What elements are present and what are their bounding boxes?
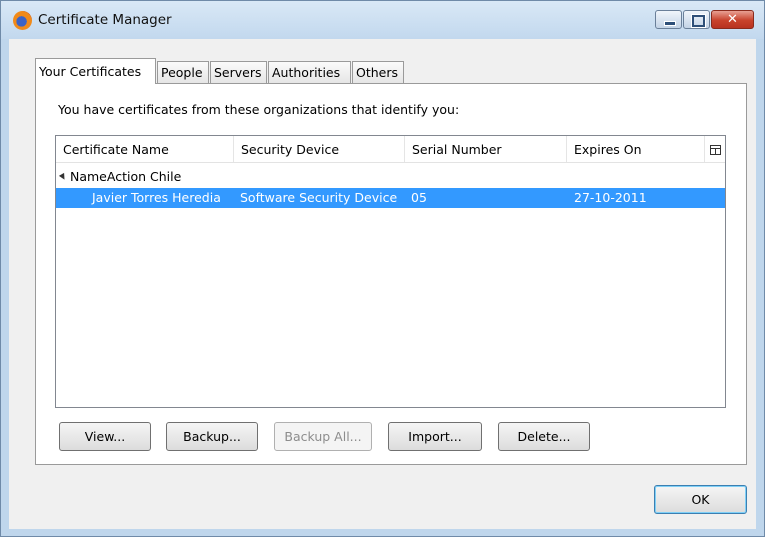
ok-button[interactable]: OK [654,485,747,514]
tab-authorities[interactable]: Authorities [268,61,351,83]
title-bar[interactable]: Certificate Manager ✕ [1,1,764,39]
column-expires-on[interactable]: Expires On [567,136,705,162]
tab-your-certificates[interactable]: Your Certificates [35,58,156,84]
column-certificate-name[interactable]: Certificate Name [56,136,234,162]
certificate-tree[interactable]: Certificate Name Security Device Serial … [55,135,726,408]
import-button[interactable]: Import... [388,422,482,451]
table-row[interactable]: Javier Torres Heredia Software Security … [56,188,725,208]
cell-certificate-name: Javier Torres Heredia [92,190,221,205]
tab-others[interactable]: Others [352,61,404,83]
tab-people[interactable]: People [157,61,209,83]
column-security-device[interactable]: Security Device [234,136,405,162]
minimize-button[interactable] [655,10,682,29]
expand-triangle-icon[interactable] [58,172,68,182]
view-button[interactable]: View... [59,422,151,451]
close-button[interactable]: ✕ [711,10,754,29]
tab-servers[interactable]: Servers [210,61,267,83]
column-serial-number[interactable]: Serial Number [405,136,567,162]
column-picker-button[interactable] [705,136,725,162]
close-icon: ✕ [727,12,738,27]
intro-text: You have certificates from these organiz… [58,102,460,117]
backup-all-button[interactable]: Backup All... [274,422,372,451]
cell-expires-on: 27-10-2011 [574,190,647,205]
backup-button[interactable]: Backup... [166,422,258,451]
maximize-icon [692,15,705,27]
window-title: Certificate Manager [38,12,172,28]
maximize-button[interactable] [683,10,710,29]
delete-button[interactable]: Delete... [498,422,590,451]
tree-group-row[interactable]: NameAction Chile [56,167,725,187]
firefox-icon [13,11,32,30]
cell-security-device: Software Security Device [240,190,398,205]
column-picker-icon [710,145,721,155]
group-label: NameAction Chile [70,169,182,184]
certificate-manager-window: Certificate Manager ✕ Your Certificates … [0,0,765,537]
your-certificates-panel: You have certificates from these organiz… [35,83,747,465]
minimize-icon [664,21,676,26]
column-header-row: Certificate Name Security Device Serial … [56,136,725,163]
cell-serial-number: 05 [411,190,427,205]
dialog-client-area: Your Certificates People Servers Authori… [9,39,756,529]
